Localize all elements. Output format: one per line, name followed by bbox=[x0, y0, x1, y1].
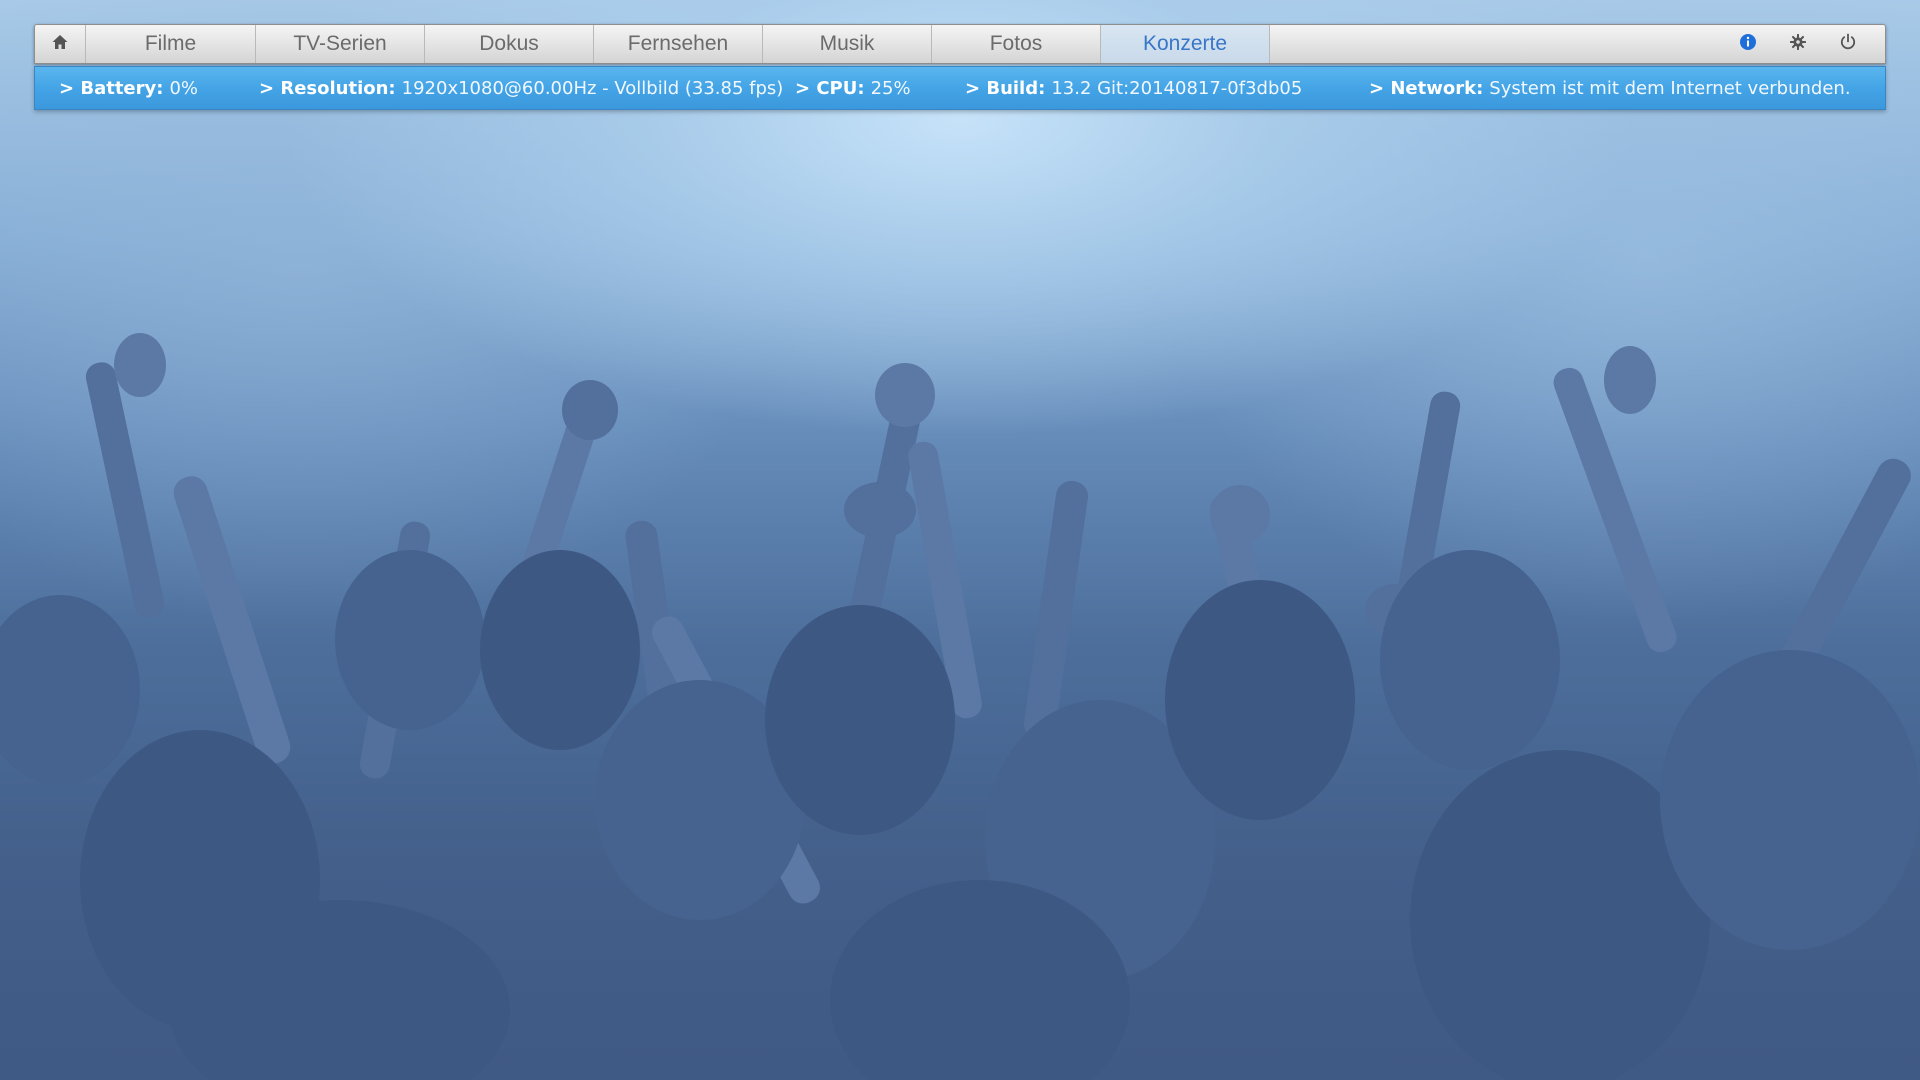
network-value: System ist mit dem Internet verbunden. bbox=[1489, 77, 1851, 99]
tab-musik[interactable]: Musik bbox=[763, 25, 932, 63]
info-button[interactable] bbox=[1723, 24, 1773, 64]
tab-fernsehen[interactable]: Fernsehen bbox=[594, 25, 763, 63]
battery-info: > Battery: 0% bbox=[59, 67, 198, 109]
home-icon bbox=[51, 33, 69, 55]
resolution-label: > Resolution: bbox=[259, 77, 396, 99]
tab-filme[interactable]: Filme bbox=[86, 25, 256, 63]
cpu-label: > CPU: bbox=[795, 77, 865, 99]
tab-konzerte[interactable]: Konzerte bbox=[1101, 25, 1270, 63]
tab-dokus[interactable]: Dokus bbox=[425, 25, 594, 63]
tab-fotos[interactable]: Fotos bbox=[932, 25, 1101, 63]
cpu-info: > CPU: 25% bbox=[795, 67, 911, 109]
power-button[interactable] bbox=[1823, 24, 1873, 64]
system-info-bar: > Battery: 0% > Resolution: 1920x1080@60… bbox=[34, 66, 1886, 110]
gear-icon bbox=[1789, 33, 1807, 55]
build-label: > Build: bbox=[965, 77, 1046, 99]
resolution-info: > Resolution: 1920x1080@60.00Hz - Vollbi… bbox=[259, 67, 783, 109]
system-icons bbox=[1723, 25, 1885, 63]
battery-label: > Battery: bbox=[59, 77, 164, 99]
power-icon bbox=[1839, 33, 1857, 55]
cpu-value: 25% bbox=[870, 77, 911, 99]
build-value: 13.2 Git:20140817-0f3db05 bbox=[1051, 77, 1303, 99]
battery-value: 0% bbox=[169, 77, 199, 99]
info-icon bbox=[1739, 33, 1757, 55]
resolution-value: 1920x1080@60.00Hz - Vollbild (33.85 fps) bbox=[401, 77, 784, 99]
top-nav-bar: Filme TV-Serien Dokus Fernsehen Musik Fo… bbox=[34, 24, 1886, 64]
network-info: > Network: System ist mit dem Internet v… bbox=[1369, 67, 1851, 109]
home-button[interactable] bbox=[35, 25, 86, 63]
build-info: > Build: 13.2 Git:20140817-0f3db05 bbox=[965, 67, 1302, 109]
network-label: > Network: bbox=[1369, 77, 1484, 99]
main-menu-tabs: Filme TV-Serien Dokus Fernsehen Musik Fo… bbox=[86, 25, 1270, 63]
tab-tv-serien[interactable]: TV-Serien bbox=[256, 25, 425, 63]
concert-crowd-image bbox=[0, 333, 1920, 1080]
settings-button[interactable] bbox=[1773, 24, 1823, 64]
